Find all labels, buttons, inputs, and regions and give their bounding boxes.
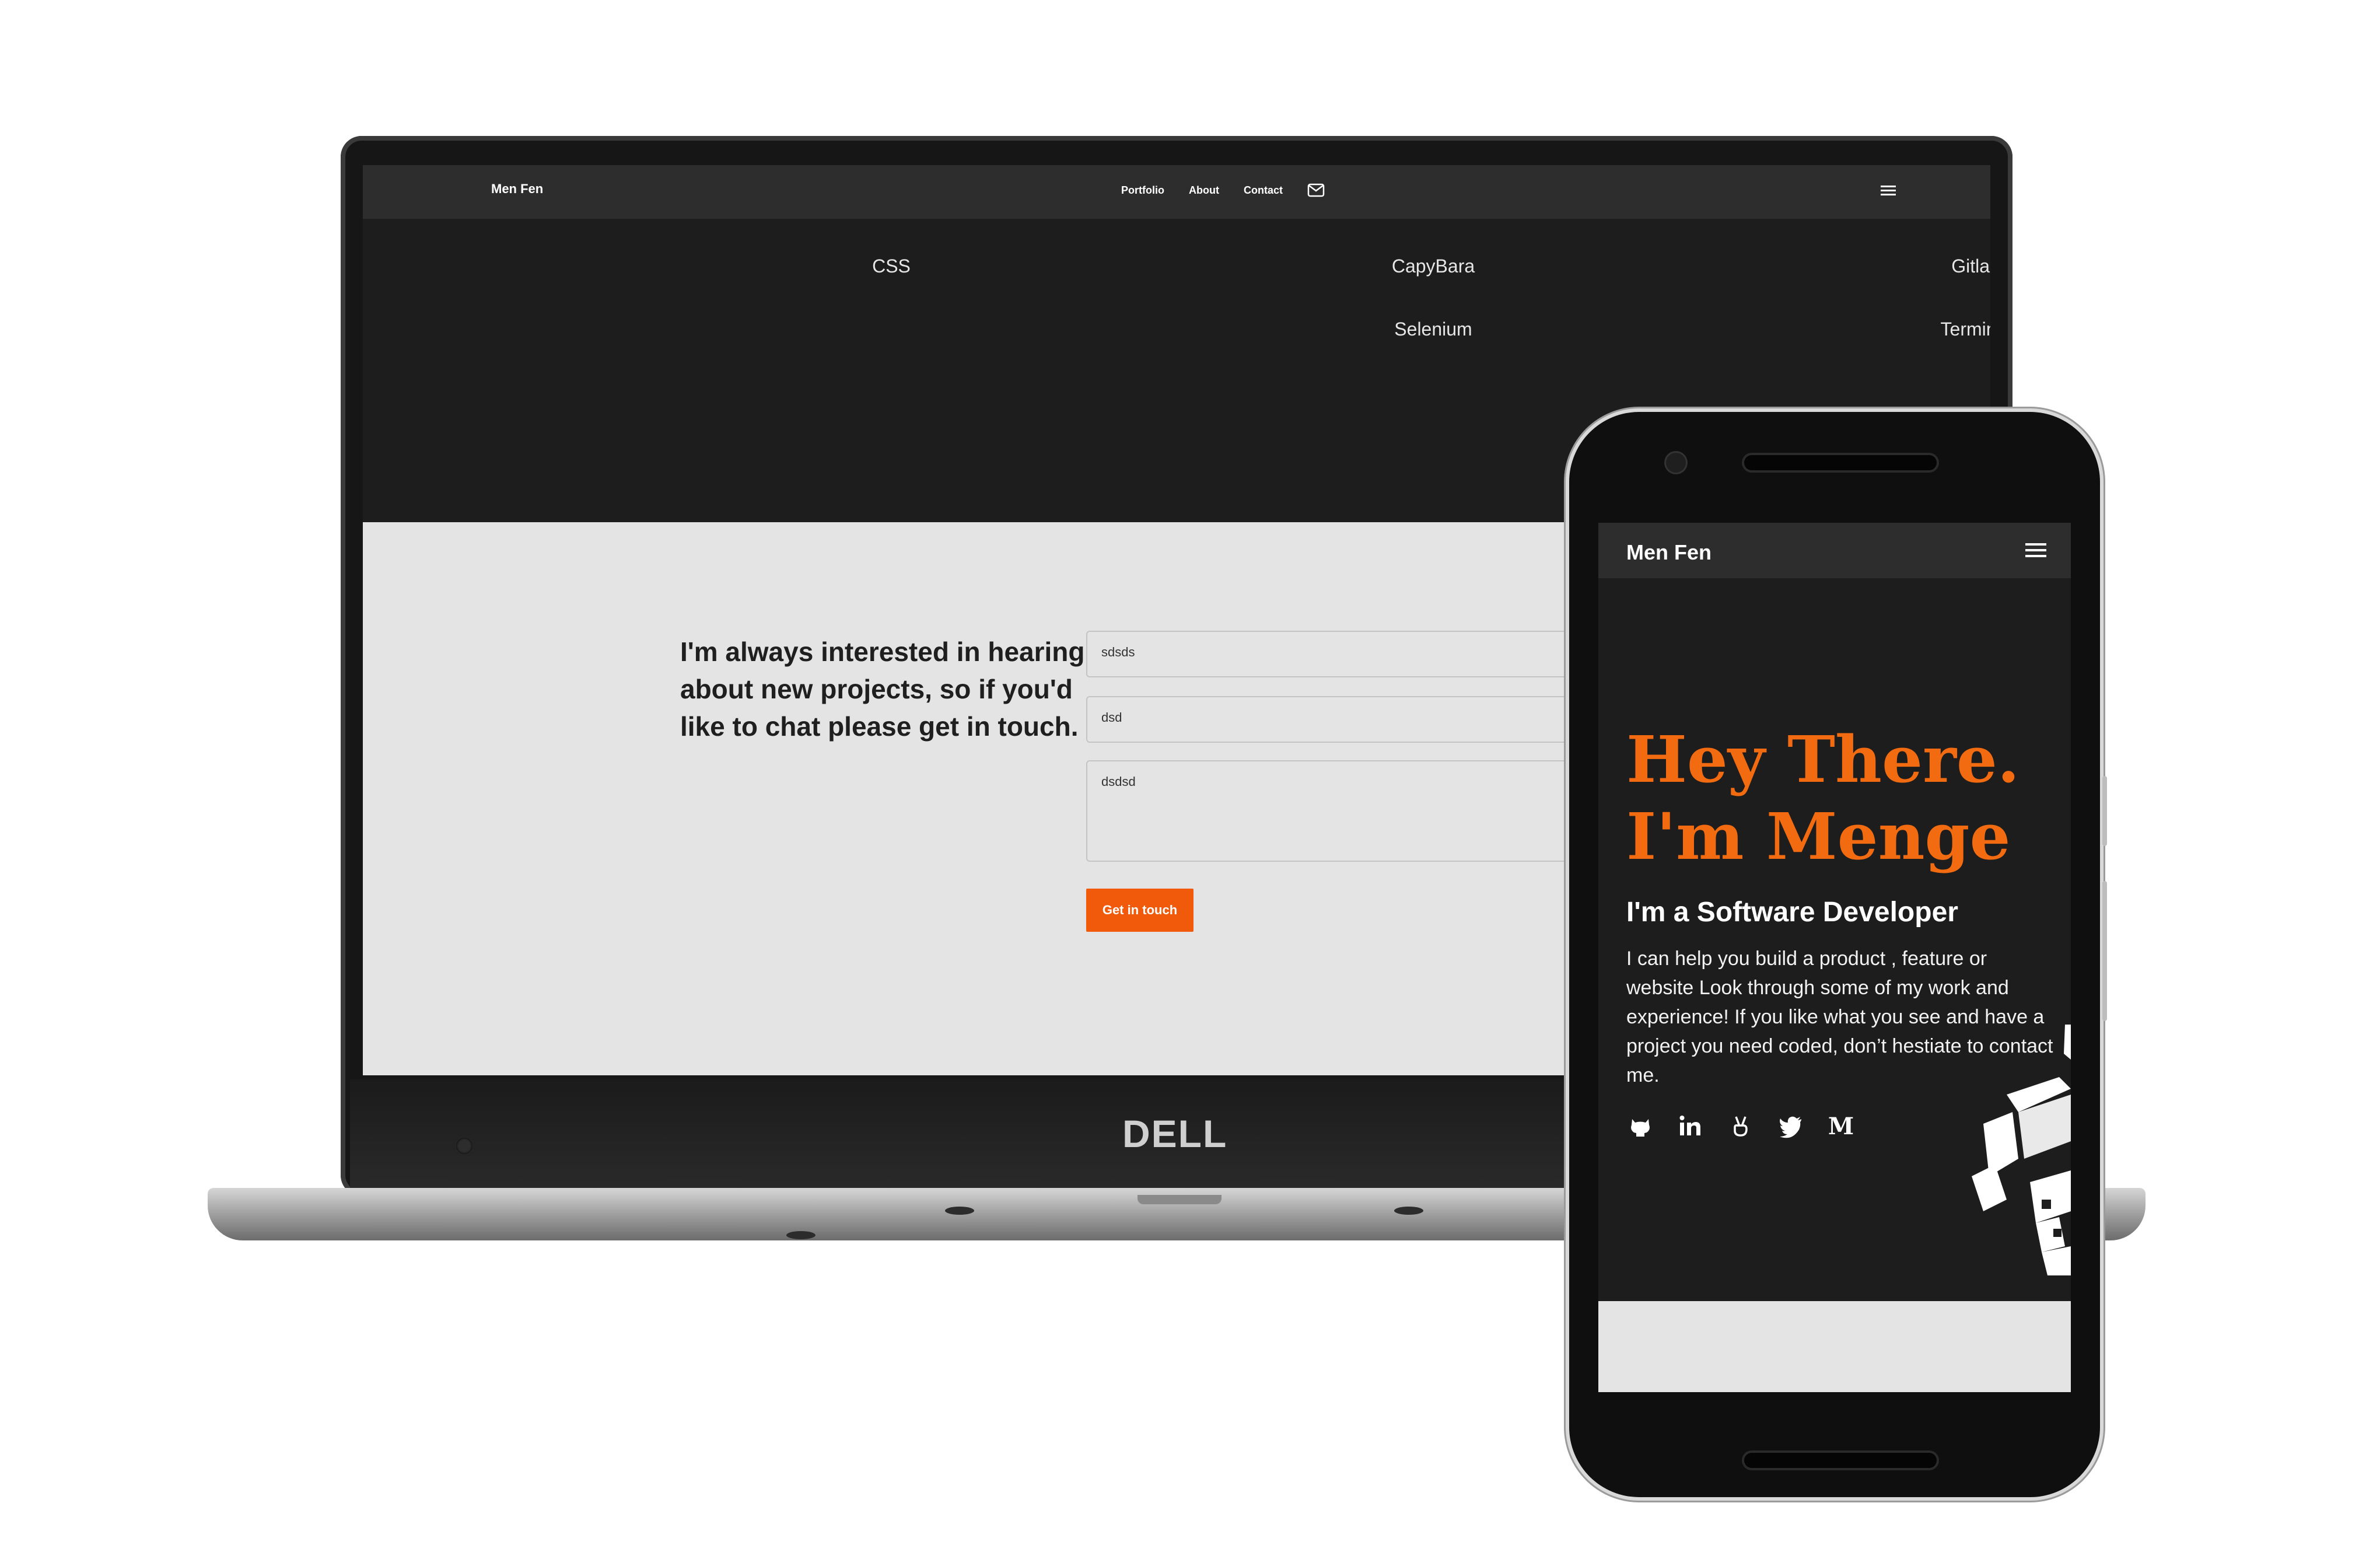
nav-links: Portfolio About Contact	[1121, 183, 1325, 198]
hero-line-1: Hey There.	[1626, 722, 2020, 797]
twitter-icon[interactable]	[1777, 1112, 1805, 1140]
nav-link-portfolio[interactable]: Portfolio	[1121, 184, 1164, 197]
nav-link-contact[interactable]: Contact	[1244, 184, 1283, 197]
hamburger-icon[interactable]	[1880, 181, 1897, 199]
phone-side-button	[2102, 776, 2107, 846]
phone-screen: Men Fen Hey There. I'm Menge I'm a Softw…	[1598, 523, 2071, 1392]
site-brand[interactable]: Men Fen	[1626, 540, 1712, 565]
skill-item: Gitlab	[1951, 256, 1990, 277]
linkedin-icon[interactable]	[1676, 1112, 1704, 1140]
phone-navbar: Men Fen	[1598, 523, 2071, 578]
hero-subtitle: I'm a Software Developer	[1626, 897, 1958, 928]
nav-link-about[interactable]: About	[1189, 184, 1219, 197]
footer-section	[1598, 1301, 2071, 1392]
phone-side-button	[2102, 881, 2107, 1021]
github-icon[interactable]	[1626, 1112, 1654, 1140]
hero-heading: Hey There. I'm Menge	[1626, 721, 2058, 875]
skill-item: CapyBara	[1391, 256, 1475, 277]
decorative-illustration	[1972, 1025, 2071, 1275]
laptop-foot	[786, 1231, 816, 1239]
skill-item: CSS	[872, 256, 911, 277]
phone-camera	[1666, 453, 1686, 473]
skill-item: Selenium	[1394, 319, 1472, 340]
hamburger-icon[interactable]	[2024, 540, 2048, 560]
skill-item: Terminal	[1940, 319, 1990, 340]
get-in-touch-button[interactable]: Get in touch	[1086, 889, 1194, 932]
webcam-dot	[456, 1138, 473, 1154]
laptop-notch	[1138, 1195, 1222, 1204]
phone-bottom-speaker	[1744, 1453, 1937, 1468]
contact-pitch: I'm always interested in hearing about n…	[680, 637, 1085, 742]
laptop-navbar: Men Fen Portfolio About Contact	[363, 165, 1990, 219]
laptop-foot	[945, 1207, 974, 1215]
social-links: M	[1626, 1112, 1855, 1140]
hero-line-2: I'm Menge	[1626, 799, 2011, 874]
angellist-icon[interactable]	[1727, 1112, 1755, 1140]
site-brand[interactable]: Men Fen	[491, 181, 543, 197]
medium-icon[interactable]: M	[1827, 1112, 1855, 1140]
phone-speaker	[1744, 455, 1937, 470]
laptop-foot	[1394, 1207, 1423, 1215]
mail-icon[interactable]	[1307, 183, 1325, 198]
dell-logo: DELL	[1122, 1112, 1228, 1155]
